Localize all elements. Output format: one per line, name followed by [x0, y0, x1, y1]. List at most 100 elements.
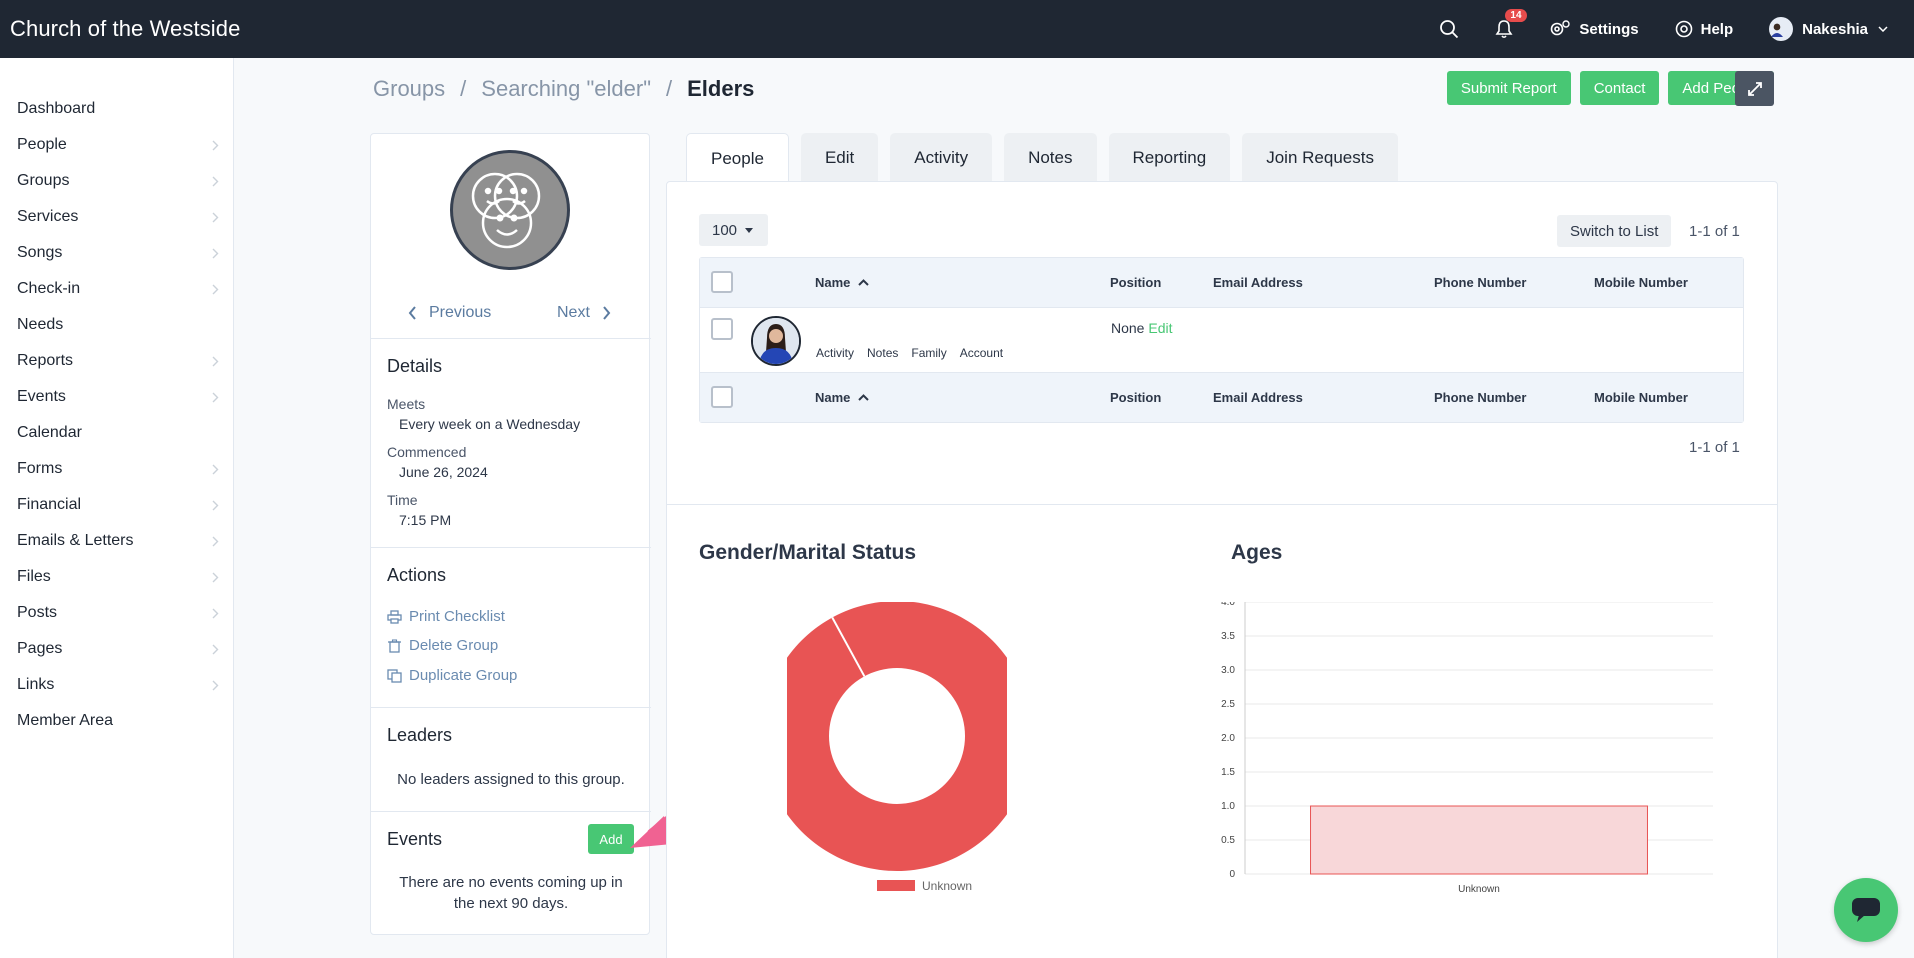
- details-heading: Details: [387, 356, 443, 376]
- sidebar-item-label: Groups: [17, 172, 70, 189]
- sidebar-item-calendar[interactable]: Calendar: [0, 415, 233, 451]
- tab-activity[interactable]: Activity: [890, 133, 993, 182]
- breadcrumb-search[interactable]: Searching "elder": [481, 76, 651, 102]
- person-notes-link[interactable]: Notes: [867, 346, 898, 360]
- switch-to-list-button[interactable]: Switch to List: [1557, 215, 1672, 247]
- top-bar: Church of the Westside 14 Settings Help …: [0, 0, 1914, 58]
- group-avatar: [450, 150, 570, 270]
- select-all-checkbox[interactable]: [711, 271, 733, 293]
- legend-swatch: [877, 880, 915, 891]
- breadcrumb-separator: /: [666, 76, 673, 101]
- position-value: None: [1111, 320, 1145, 336]
- actions-heading: Actions: [387, 565, 447, 585]
- column-mobile-footer[interactable]: Mobile Number: [1594, 390, 1688, 405]
- column-name[interactable]: Name: [815, 275, 870, 290]
- sidebar-item-label: Calendar: [17, 424, 82, 441]
- tab-join-requests[interactable]: Join Requests: [1242, 133, 1398, 182]
- chevron-right-icon: [603, 306, 611, 320]
- submit-report-button[interactable]: Submit Report: [1446, 71, 1571, 105]
- contact-button[interactable]: Contact: [1579, 71, 1660, 105]
- chevron-right-icon: [212, 284, 219, 294]
- expand-button[interactable]: [1735, 71, 1774, 106]
- sidebar-item-events[interactable]: Events: [0, 379, 233, 415]
- trash-icon: [388, 638, 401, 653]
- sidebar-item-label: Posts: [17, 604, 58, 621]
- sort-up-icon: [858, 279, 870, 286]
- user-avatar: [1769, 17, 1794, 41]
- commenced-label: Commenced: [387, 444, 467, 460]
- copy-icon: [387, 668, 402, 683]
- gear-icon: [1551, 20, 1571, 36]
- sidebar-item-groups[interactable]: Groups: [0, 163, 233, 199]
- column-position[interactable]: Position: [1110, 275, 1161, 290]
- user-menu[interactable]: Nakeshia: [1769, 17, 1896, 41]
- sidebar-item-member-area[interactable]: Member Area: [0, 703, 233, 739]
- result-count-bottom: 1-1 of 1: [1689, 439, 1740, 456]
- chevron-right-icon: [212, 176, 219, 186]
- sidebar-item-dashboard[interactable]: Dashboard: [0, 91, 233, 127]
- search-icon[interactable]: [1439, 19, 1459, 39]
- sidebar-item-songs[interactable]: Songs: [0, 235, 233, 271]
- column-email[interactable]: Email Address: [1213, 275, 1303, 290]
- help-link[interactable]: Help: [1675, 20, 1733, 38]
- sidebar-item-label: Dashboard: [17, 100, 96, 117]
- y-tick-label: 3.5: [1221, 631, 1235, 642]
- column-position-footer[interactable]: Position: [1110, 390, 1161, 405]
- breadcrumb-groups[interactable]: Groups: [373, 76, 445, 102]
- column-mobile[interactable]: Mobile Number: [1594, 275, 1688, 290]
- sidebar-item-pages[interactable]: Pages: [0, 631, 233, 667]
- y-tick-label: 3.0: [1221, 665, 1235, 676]
- person-avatar[interactable]: [751, 316, 801, 366]
- sidebar-item-files[interactable]: Files: [0, 559, 233, 595]
- person-family-link[interactable]: Family: [911, 346, 946, 360]
- notifications-bell[interactable]: 14: [1495, 9, 1527, 39]
- sidebar-item-label: Files: [17, 568, 51, 585]
- select-all-checkbox-footer[interactable]: [711, 386, 733, 408]
- group-tabs: People Edit Activity Notes Reporting Join Req…: [686, 133, 1410, 183]
- tab-notes[interactable]: Notes: [1004, 133, 1097, 182]
- sidebar-item-reports[interactable]: Reports: [0, 343, 233, 379]
- sidebar-item-label: Links: [17, 676, 55, 693]
- row-checkbox[interactable]: [711, 318, 733, 340]
- sidebar-item-forms[interactable]: Forms: [0, 451, 233, 487]
- edit-position-link[interactable]: Edit: [1148, 320, 1172, 336]
- donut-slice: [787, 602, 1007, 871]
- notification-count-badge: 14: [1505, 9, 1527, 22]
- delete-group-link[interactable]: Delete Group: [387, 637, 498, 654]
- sidebar-item-emails-letters[interactable]: Emails & Letters: [0, 523, 233, 559]
- column-email-footer[interactable]: Email Address: [1213, 390, 1303, 405]
- previous-group-link[interactable]: Previous: [408, 304, 491, 322]
- page-title: Elders: [687, 76, 755, 101]
- app-title[interactable]: Church of the Westside: [0, 16, 240, 42]
- tab-people[interactable]: People: [686, 133, 789, 183]
- sidebar-item-financial[interactable]: Financial: [0, 487, 233, 523]
- column-name-footer[interactable]: Name: [815, 390, 870, 405]
- person-activity-link[interactable]: Activity: [816, 346, 854, 360]
- column-phone-footer[interactable]: Phone Number: [1434, 390, 1526, 405]
- sidebar-item-check-in[interactable]: Check-in: [0, 271, 233, 307]
- divider: [371, 707, 651, 708]
- per-page-select[interactable]: 100: [699, 214, 768, 246]
- sidebar-item-posts[interactable]: Posts: [0, 595, 233, 631]
- person-account-link[interactable]: Account: [960, 346, 1003, 360]
- next-group-link[interactable]: Next: [557, 304, 611, 322]
- bell-icon: [1495, 20, 1513, 39]
- sidebar-item-people[interactable]: People: [0, 127, 233, 163]
- chat-help-button[interactable]: [1834, 878, 1898, 942]
- sidebar-item-services[interactable]: Services: [0, 199, 233, 235]
- lifebuoy-icon: [1675, 20, 1692, 38]
- settings-link[interactable]: Settings: [1549, 19, 1639, 39]
- meets-value: Every week on a Wednesday: [399, 416, 581, 432]
- tab-reporting[interactable]: Reporting: [1108, 133, 1231, 182]
- sidebar-item-links[interactable]: Links: [0, 667, 233, 703]
- bar: [1310, 805, 1648, 875]
- people-panel: 100 Switch to List 1-1 of 1 Name Positio…: [666, 181, 1778, 958]
- settings-label: Settings: [1579, 20, 1639, 38]
- print-checklist-link[interactable]: Print Checklist: [387, 608, 505, 625]
- duplicate-group-link[interactable]: Duplicate Group: [387, 667, 517, 684]
- tab-edit[interactable]: Edit: [800, 133, 879, 182]
- result-count: 1-1 of 1: [1689, 223, 1740, 240]
- sidebar-item-needs[interactable]: Needs: [0, 307, 233, 343]
- column-phone[interactable]: Phone Number: [1434, 275, 1526, 290]
- sidebar-item-label: Forms: [17, 460, 63, 477]
